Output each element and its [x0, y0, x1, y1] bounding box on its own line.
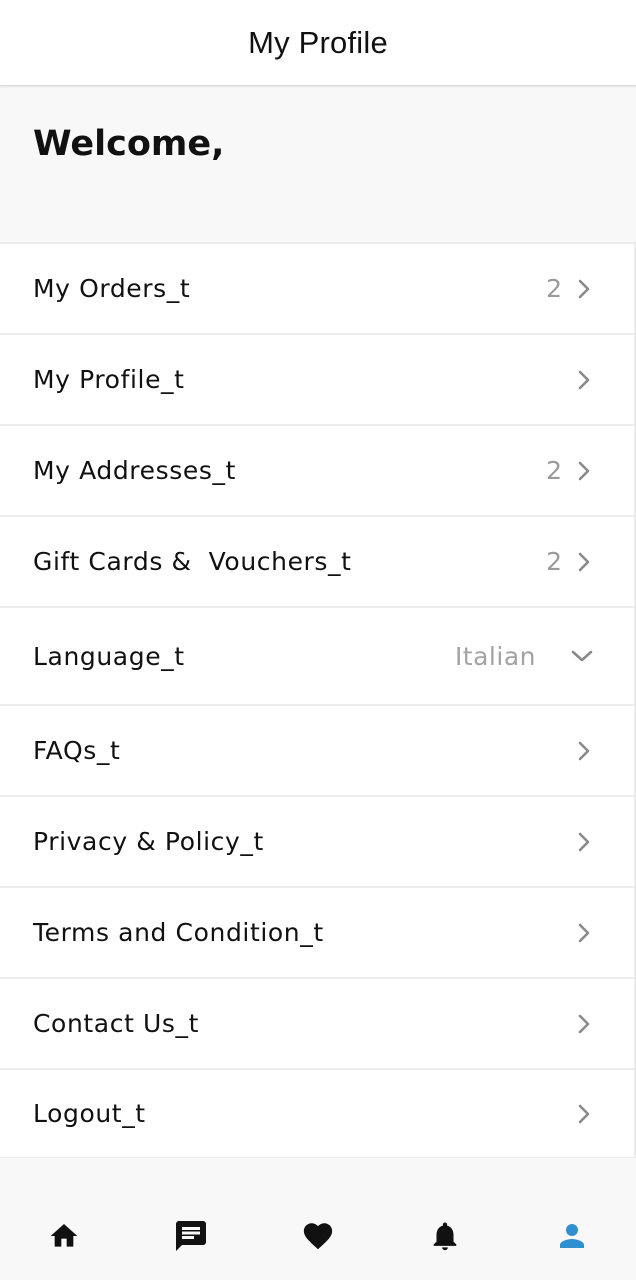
menu-item-language[interactable]: Language_t Italian	[0, 606, 634, 704]
page-title: My Profile	[248, 24, 388, 60]
welcome-section: Welcome,	[0, 86, 636, 242]
menu-item-label: My Profile_t	[33, 365, 185, 394]
home-icon	[50, 1224, 77, 1247]
menu-item-logout[interactable]: Logout_t	[0, 1068, 634, 1159]
menu-item-label: FAQs_t	[33, 736, 121, 765]
profile-screen: My Profile Welcome, My Orders_t 2 My Pro…	[0, 0, 636, 1280]
menu-item-faqs[interactable]: FAQs_t	[0, 704, 634, 795]
heart-icon	[303, 1223, 333, 1250]
chevron-right-icon	[576, 740, 592, 762]
menu-item-label: Gift Cards & Vouchers_t	[33, 547, 352, 576]
bell-icon	[433, 1222, 457, 1251]
menu-footer-spacer	[0, 1158, 636, 1192]
profile-menu: My Orders_t 2 My Profile_t My Addresses_…	[0, 242, 636, 1159]
menu-item-terms[interactable]: Terms and Condition_t	[0, 886, 634, 977]
menu-item-label: My Orders_t	[33, 274, 191, 303]
chat-icon	[175, 1221, 206, 1251]
menu-item-label: Terms and Condition_t	[33, 918, 324, 947]
chevron-right-icon	[576, 1013, 592, 1035]
chevron-right-icon	[576, 831, 592, 853]
chevron-right-icon	[576, 922, 592, 944]
menu-item-my-addresses[interactable]: My Addresses_t 2	[0, 424, 634, 515]
language-select-value[interactable]: Italian	[455, 642, 536, 671]
menu-item-label: Language_t	[33, 641, 185, 671]
nav-home-button[interactable]	[32, 1204, 96, 1268]
menu-item-label: Logout_t	[33, 1099, 146, 1128]
menu-item-privacy-policy[interactable]: Privacy & Policy_t	[0, 795, 634, 886]
bottom-navigation	[0, 1192, 636, 1280]
nav-messages-button[interactable]	[159, 1204, 223, 1268]
nav-favorites-button[interactable]	[286, 1204, 350, 1268]
chevron-right-icon	[576, 278, 592, 300]
menu-item-gift-cards[interactable]: Gift Cards & Vouchers_t 2	[0, 515, 634, 606]
menu-item-my-orders[interactable]: My Orders_t 2	[0, 242, 634, 333]
nav-notifications-button[interactable]	[413, 1204, 477, 1268]
menu-item-label: Contact Us_t	[33, 1009, 200, 1038]
menu-item-label: My Addresses_t	[33, 456, 236, 485]
chevron-down-icon[interactable]	[570, 648, 594, 664]
welcome-text: Welcome,	[33, 124, 225, 164]
person-icon	[560, 1224, 585, 1248]
menu-item-count: 2	[546, 456, 562, 485]
menu-item-label: Privacy & Policy_t	[33, 827, 264, 856]
chevron-right-icon	[576, 369, 592, 391]
nav-profile-button[interactable]	[540, 1204, 604, 1268]
chevron-right-icon	[576, 551, 592, 573]
chevron-right-icon	[576, 460, 592, 482]
menu-item-my-profile[interactable]: My Profile_t	[0, 333, 634, 424]
chevron-right-icon	[576, 1103, 592, 1125]
menu-item-contact-us[interactable]: Contact Us_t	[0, 977, 634, 1068]
app-bar: My Profile	[0, 0, 636, 86]
menu-item-count: 2	[546, 274, 562, 303]
menu-item-count: 2	[546, 547, 562, 576]
